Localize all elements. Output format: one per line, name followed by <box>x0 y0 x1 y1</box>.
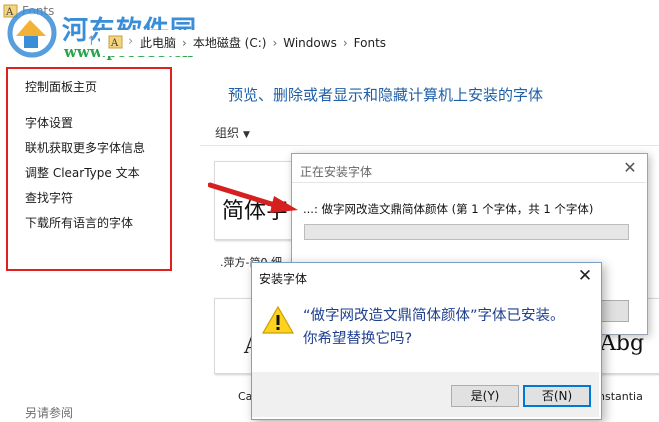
organize-menu-button[interactable]: 组织 ▼ <box>215 124 250 141</box>
sidebar-item-cleartype[interactable]: 调整 ClearType 文本 <box>25 164 140 181</box>
chevron-right-icon: › <box>128 34 134 49</box>
close-icon[interactable]: ✕ <box>619 157 641 179</box>
progress-dialog-title: 正在安装字体 <box>300 165 373 179</box>
breadcrumb-windows[interactable]: Windows <box>283 36 337 50</box>
dialog-title: 安装字体 <box>259 272 308 286</box>
see-also-label: 另请参阅 <box>25 406 74 420</box>
progress-status-text: ...: 做字网改造文鼎简体颜体 (第 1 个字体，共 1 个字体) <box>303 202 594 216</box>
sidebar-item-font-settings[interactable]: 字体设置 <box>25 114 73 131</box>
chevron-right-icon: › <box>342 36 348 50</box>
close-icon[interactable]: ✕ <box>574 265 596 287</box>
breadcrumb[interactable]: 此电脑 › 本地磁盘 (C:) › Windows › Fonts <box>140 34 386 51</box>
sidebar-item-control-panel-home[interactable]: 控制面板主页 <box>25 78 97 95</box>
up-arrow-icon[interactable]: ↑ <box>86 34 97 49</box>
red-arrow-icon <box>208 182 298 213</box>
organize-label: 组织 <box>215 126 240 140</box>
chevron-right-icon: › <box>272 36 278 50</box>
breadcrumb-this-pc[interactable]: 此电脑 <box>140 36 176 50</box>
chevron-right-icon: › <box>182 36 187 50</box>
sidebar-item-find-character[interactable]: 查找字符 <box>25 189 73 206</box>
breadcrumb-fonts[interactable]: Fonts <box>354 36 386 50</box>
caret-down-icon: ▼ <box>243 130 250 140</box>
progress-dialog-divider <box>292 182 646 183</box>
page-heading: 预览、删除或者显示和隐藏计算机上安装的字体 <box>228 86 544 104</box>
command-bar-divider <box>200 145 659 146</box>
no-button[interactable]: 否(N) <box>523 385 591 407</box>
dialog-question: 你希望替换它吗? <box>303 331 413 347</box>
fonts-folder-icon: A <box>108 35 123 49</box>
font-tile-caption: nstantia <box>598 390 643 403</box>
warning-icon <box>262 305 294 334</box>
svg-text:A: A <box>110 38 119 49</box>
dialog-message: “做字网改造文鼎简体颜体”字体已安装。 <box>303 308 565 324</box>
sidebar-item-download-fonts[interactable]: 下载所有语言的字体 <box>25 214 133 231</box>
breadcrumb-local-disk[interactable]: 本地磁盘 (C:) <box>193 36 267 50</box>
progress-bar <box>304 224 629 240</box>
yes-button[interactable]: 是(Y) <box>451 385 519 407</box>
sidebar-item-get-more-fonts[interactable]: 联机获取更多字体信息 <box>25 139 145 156</box>
